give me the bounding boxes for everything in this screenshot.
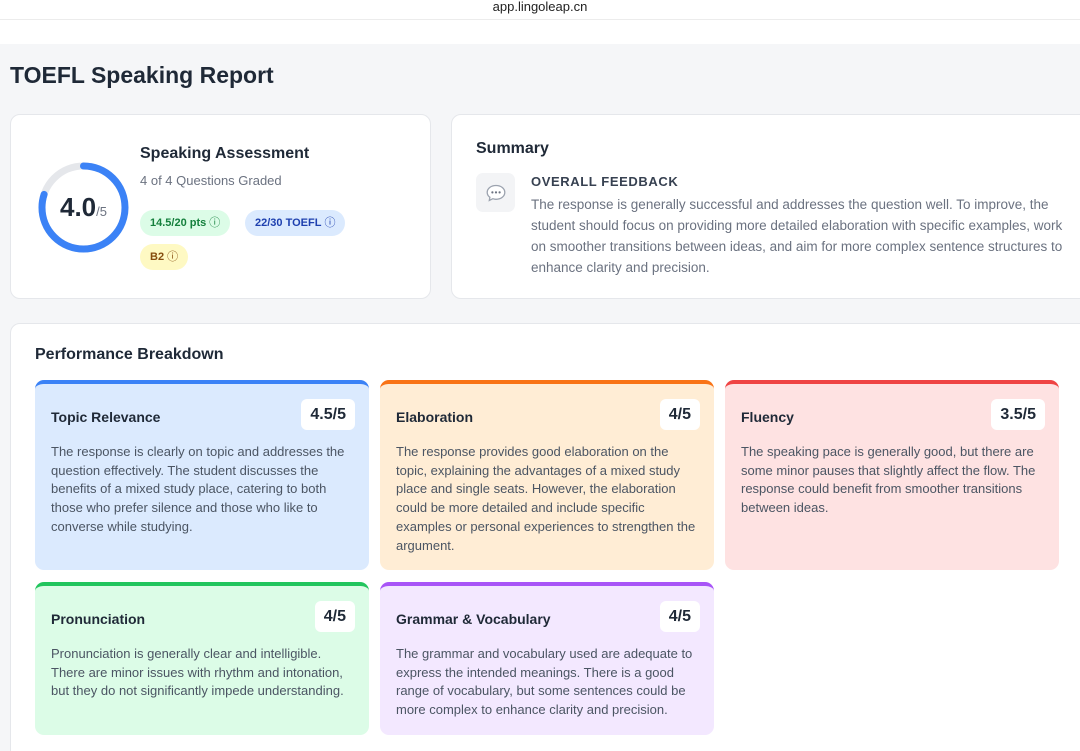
metric-card-fluency: Fluency 3.5/5 The speaking pace is gener…	[725, 380, 1059, 570]
metric-name: Fluency	[741, 409, 794, 425]
metric-description: Pronunciation is generally clear and int…	[51, 646, 344, 699]
metric-score: 4/5	[314, 601, 355, 632]
cefr-level-badge[interactable]: B2 ⓘ	[140, 244, 189, 270]
overall-score-value: 4.0	[60, 192, 97, 222]
page-title: TOEFL Speaking Report	[10, 62, 274, 88]
breakdown-title: Performance Breakdown	[35, 346, 224, 363]
metric-score: 4/5	[659, 399, 700, 430]
metric-name: Elaboration	[396, 409, 474, 425]
metric-description: The speaking pace is generally good, but…	[741, 444, 1036, 516]
overall-feedback-text: The response is generally successful and…	[531, 197, 1063, 275]
summary-title: Summary	[476, 140, 549, 157]
toefl-badge-label: 22/30 TOEFL	[255, 217, 322, 229]
points-badge-label: 14.5/20 pts	[150, 217, 207, 229]
metric-name: Grammar & Vocabulary	[396, 611, 551, 627]
metric-card-pronunciation: Pronunciation 4/5 Pronunciation is gener…	[35, 582, 369, 735]
metric-score: 3.5/5	[991, 399, 1045, 430]
info-icon[interactable]: ⓘ	[324, 217, 335, 229]
report-page: TOEFL Speaking Report 4.0 /5 Speaking As…	[0, 44, 1080, 751]
speaking-assessment-card: 4.0 /5 Speaking Assessment 4 of 4 Questi…	[10, 114, 431, 299]
info-icon[interactable]: ⓘ	[167, 251, 178, 263]
metric-card-topic-relevance: Topic Relevance 4.5/5 The response is cl…	[35, 380, 369, 570]
metric-description: The response is clearly on topic and add…	[51, 444, 345, 534]
cefr-level-badge-label: B2	[150, 251, 165, 263]
questions-graded: 4 of 4 Questions Graded	[140, 173, 282, 188]
points-badge[interactable]: 14.5/20 pts ⓘ	[140, 210, 231, 236]
metric-name: Pronunciation	[51, 611, 146, 627]
metric-description: The grammar and vocabulary used are adeq…	[396, 646, 693, 718]
metric-description: The response provides good elaboration o…	[396, 444, 696, 553]
metric-score: 4.5/5	[301, 399, 355, 430]
overall-score: 4.0 /5	[36, 160, 131, 255]
browser-url-bar[interactable]: app.lingoleap.cn	[0, 0, 1080, 20]
url-text: app.lingoleap.cn	[492, 0, 588, 14]
overall-feedback-label: OVERALL FEEDBACK	[531, 174, 679, 189]
metric-card-elaboration: Elaboration 4/5 The response provides go…	[380, 380, 714, 570]
chat-bubble-icon	[476, 173, 515, 212]
assessment-title: Speaking Assessment	[140, 145, 310, 162]
metric-name: Topic Relevance	[51, 409, 161, 425]
metric-score: 4/5	[659, 601, 700, 632]
performance-breakdown-card: Performance Breakdown Topic Relevance 4.…	[10, 323, 1080, 751]
toefl-badge[interactable]: 22/30 TOEFL ⓘ	[245, 210, 346, 236]
overall-score-max: /5	[96, 204, 107, 219]
summary-card: Summary OVERALL FEEDBACK The response is…	[451, 114, 1080, 299]
metric-card-grammar-vocabulary: Grammar & Vocabulary 4/5 The grammar and…	[380, 582, 714, 735]
info-icon[interactable]: ⓘ	[209, 217, 220, 229]
